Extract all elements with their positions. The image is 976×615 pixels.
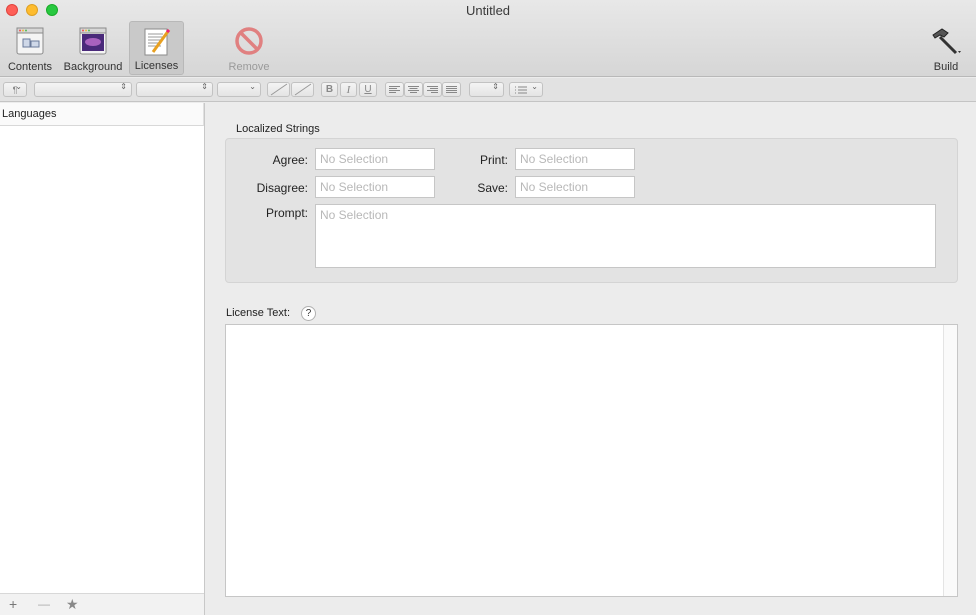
- chevron-down-icon: ⌄: [249, 82, 256, 91]
- list-icon: [515, 86, 527, 93]
- align-left-icon: [389, 85, 400, 93]
- font-family-popup[interactable]: ⇕: [34, 82, 132, 97]
- bold-button[interactable]: B: [321, 82, 338, 97]
- disagree-label: Disagree:: [256, 181, 308, 195]
- window-title: Untitled: [465, 3, 511, 18]
- save-label: Save:: [477, 181, 508, 195]
- licenses-icon: [144, 28, 170, 56]
- sidebar-bottom-bar: + — ★: [0, 593, 204, 615]
- agree-label: Agree:: [272, 153, 308, 167]
- toolbar-background-button[interactable]: Background: [60, 21, 126, 75]
- agree-field[interactable]: No Selection: [315, 148, 435, 170]
- format-bar: ¶ ⌄ ⇕ ⇕ ⌄ B I U ⇕ ⌄: [0, 78, 976, 102]
- toolbar-build-button[interactable]: Build: [922, 21, 970, 75]
- background-icon: [79, 27, 107, 55]
- justify-icon: [446, 85, 457, 93]
- help-button[interactable]: ?: [301, 306, 316, 321]
- align-right-icon: [427, 85, 438, 93]
- disagree-field[interactable]: No Selection: [315, 176, 435, 198]
- updown-icon: ⇕: [201, 82, 208, 91]
- chevron-down-icon: ⌄: [531, 82, 538, 91]
- toolbar-remove-button[interactable]: Remove: [222, 21, 276, 75]
- licenses-label: Licenses: [134, 60, 179, 72]
- align-center-icon: [408, 85, 419, 93]
- print-label: Print:: [479, 153, 508, 167]
- prompt-field[interactable]: No Selection: [315, 204, 936, 268]
- color-well-icon: [294, 83, 311, 96]
- build-label: Build: [933, 61, 959, 73]
- underline-button[interactable]: U: [359, 82, 377, 97]
- background-color-well[interactable]: [291, 82, 314, 97]
- save-field[interactable]: No Selection: [515, 176, 635, 198]
- line-spacing-popup[interactable]: ⇕: [469, 82, 504, 97]
- localized-strings-title: Localized Strings: [236, 123, 320, 135]
- toolbar-contents-button[interactable]: Contents: [4, 21, 56, 75]
- font-style-popup[interactable]: ⇕: [136, 82, 213, 97]
- font-size-popup[interactable]: ⌄: [217, 82, 261, 97]
- license-scrollbar[interactable]: [943, 325, 957, 596]
- window-toolbar: Untitled Contents Background Licenses Re…: [0, 0, 976, 77]
- background-label: Background: [63, 61, 123, 73]
- updown-icon: ⇕: [492, 82, 499, 91]
- italic-button[interactable]: I: [340, 82, 357, 97]
- updown-icon: ⇕: [120, 82, 127, 91]
- remove-icon: [235, 27, 263, 55]
- contents-label: Contents: [7, 61, 53, 73]
- print-field[interactable]: No Selection: [515, 148, 635, 170]
- color-well-icon: [270, 83, 287, 96]
- license-text-area[interactable]: [225, 324, 958, 597]
- license-text-label: License Text:: [226, 307, 291, 319]
- justify-button[interactable]: [442, 82, 461, 97]
- default-language-button[interactable]: ★: [66, 596, 79, 613]
- hammer-icon: [932, 28, 961, 55]
- list-style-popup[interactable]: ⌄: [509, 82, 543, 97]
- remove-language-button[interactable]: —: [38, 597, 50, 611]
- languages-list[interactable]: [0, 126, 204, 593]
- paragraph-style-popup[interactable]: ¶ ⌄: [3, 82, 27, 97]
- toolbar-licenses-button[interactable]: Licenses: [129, 21, 184, 75]
- align-right-button[interactable]: [423, 82, 442, 97]
- prompt-label: Prompt:: [265, 206, 308, 220]
- contents-icon: [16, 27, 44, 55]
- remove-label: Remove: [228, 61, 270, 73]
- align-center-button[interactable]: [404, 82, 423, 97]
- main-panel: Localized Strings Agree: No Selection Di…: [206, 103, 976, 615]
- languages-header[interactable]: Languages: [0, 103, 204, 126]
- align-left-button[interactable]: [385, 82, 404, 97]
- add-language-button[interactable]: +: [9, 596, 17, 612]
- languages-sidebar: Languages + — ★: [0, 103, 205, 615]
- text-color-well[interactable]: [267, 82, 290, 97]
